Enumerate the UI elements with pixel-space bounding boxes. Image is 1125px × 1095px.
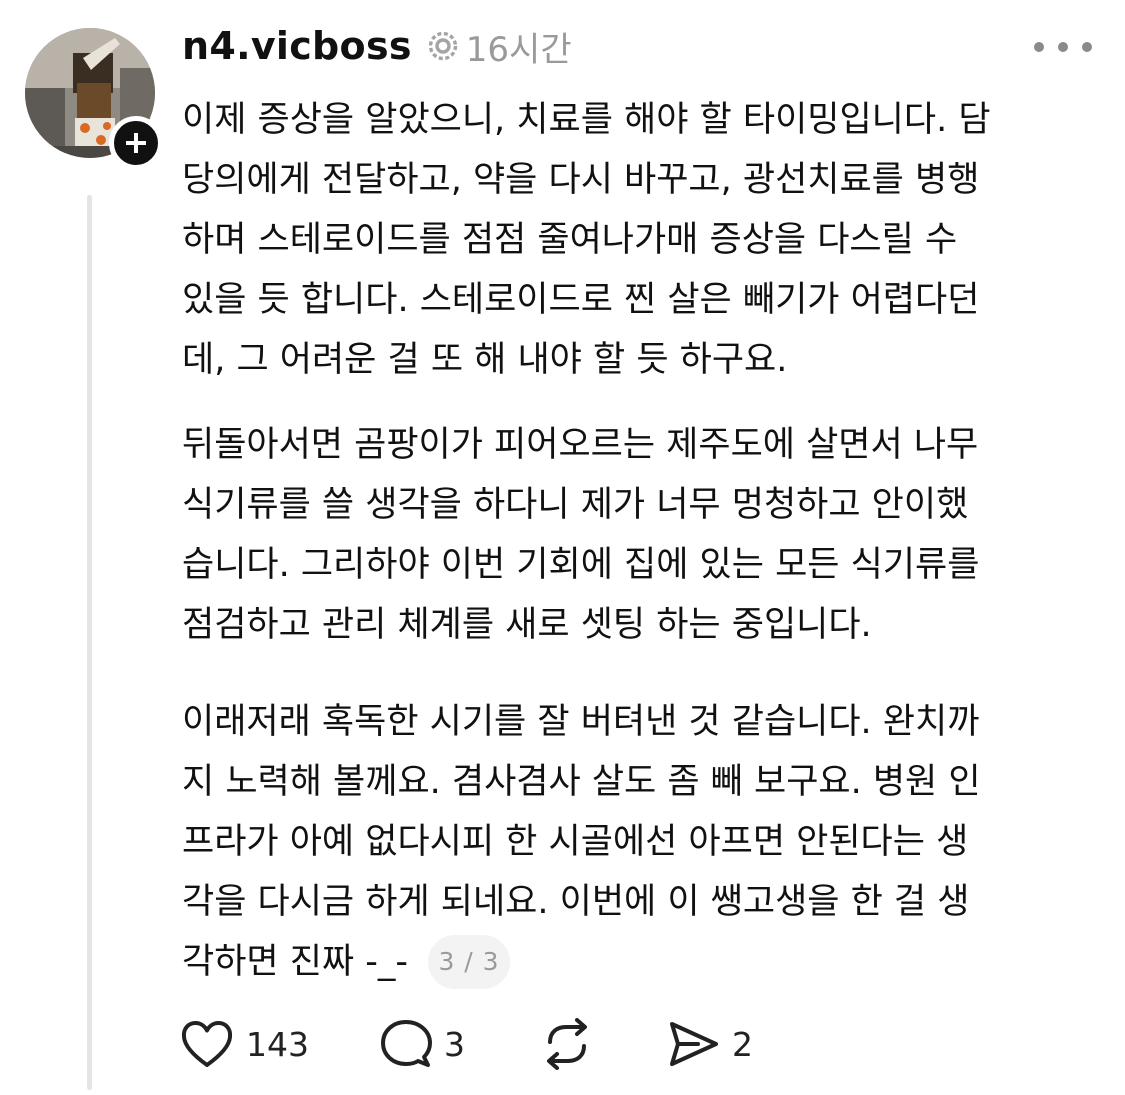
body-line: 프라가 아예 없다시피 한 시골에선 아프면 안된다는 생 bbox=[182, 822, 969, 862]
page-indicator: 3 / 3 bbox=[428, 935, 511, 989]
share-button[interactable]: 2 bbox=[668, 1020, 753, 1068]
comment-button[interactable]: 3 bbox=[380, 1019, 465, 1069]
comment-count: 3 bbox=[444, 1024, 465, 1064]
action-bar: 143 3 2 bbox=[180, 1016, 753, 1072]
body-line: 이제 증상을 알았으니, 치료를 해야 할 타이밍입니다. 담 bbox=[182, 100, 991, 140]
body-line: 당의에게 전달하고, 약을 다시 바꾸고, 광선치료를 병행 bbox=[182, 160, 980, 200]
like-count: 143 bbox=[246, 1024, 309, 1064]
body-line: 식기류를 쓸 생각을 하다니 제가 너무 멍청하고 안이했 bbox=[182, 485, 969, 525]
body-line: 습니다. 그리하야 이번 기회에 집에 있는 모든 식기류를 bbox=[182, 545, 980, 585]
username[interactable]: n4.vicboss bbox=[182, 24, 412, 68]
post-header: n4.vicboss 16시간 bbox=[182, 18, 572, 74]
body-line: 각하면 진짜 -_- bbox=[182, 942, 409, 982]
share-icon bbox=[670, 1022, 718, 1066]
like-button[interactable]: 143 bbox=[180, 1019, 330, 1069]
repost-button[interactable] bbox=[540, 1018, 594, 1070]
repost-icon bbox=[547, 1018, 587, 1070]
body-line: 이래저래 혹독한 시기를 잘 버텨낸 것 같습니다. 완치까 bbox=[182, 702, 980, 742]
body-line: 각을 다시금 하게 되네요. 이번에 이 쌩고생을 한 걸 생 bbox=[182, 882, 970, 922]
follow-button[interactable] bbox=[109, 116, 163, 170]
body-line: 하며 스테로이드를 점점 줄여나가매 증상을 다스릴 수 bbox=[182, 220, 958, 260]
comment-icon bbox=[381, 1020, 432, 1067]
share-count: 2 bbox=[732, 1024, 753, 1064]
plus-icon bbox=[126, 133, 146, 153]
more-icon[interactable] bbox=[1034, 34, 1092, 60]
body-line: 데, 그 어려운 걸 또 해 내야 할 듯 하구요. bbox=[182, 340, 788, 380]
body-line: 있을 듯 합니다. 스테로이드로 찐 살은 빼기가 어렵다던 bbox=[182, 280, 980, 320]
body-line: 뒤돌아서면 곰팡이가 피어오르는 제주도에 살면서 나무 bbox=[182, 425, 979, 465]
body-line: 점검하고 관리 체계를 새로 셋팅 하는 중입니다. bbox=[182, 605, 872, 645]
heart-icon bbox=[181, 1021, 233, 1067]
thread-line bbox=[87, 195, 92, 1090]
post-body: 이제 증상을 알았으니, 치료를 해야 할 타이밍입니다. 담 당의에게 전달하… bbox=[182, 90, 1087, 992]
post-time: 16시간 bbox=[465, 29, 572, 70]
body-line: 지 노력해 볼께요. 겸사겸사 살도 좀 빼 보구요. 병원 인 bbox=[182, 762, 981, 802]
threads-icon bbox=[428, 31, 458, 61]
avatar-container[interactable] bbox=[25, 28, 163, 170]
last-line-row: 각하면 진짜 -_- 3 / 3 bbox=[182, 932, 1087, 992]
